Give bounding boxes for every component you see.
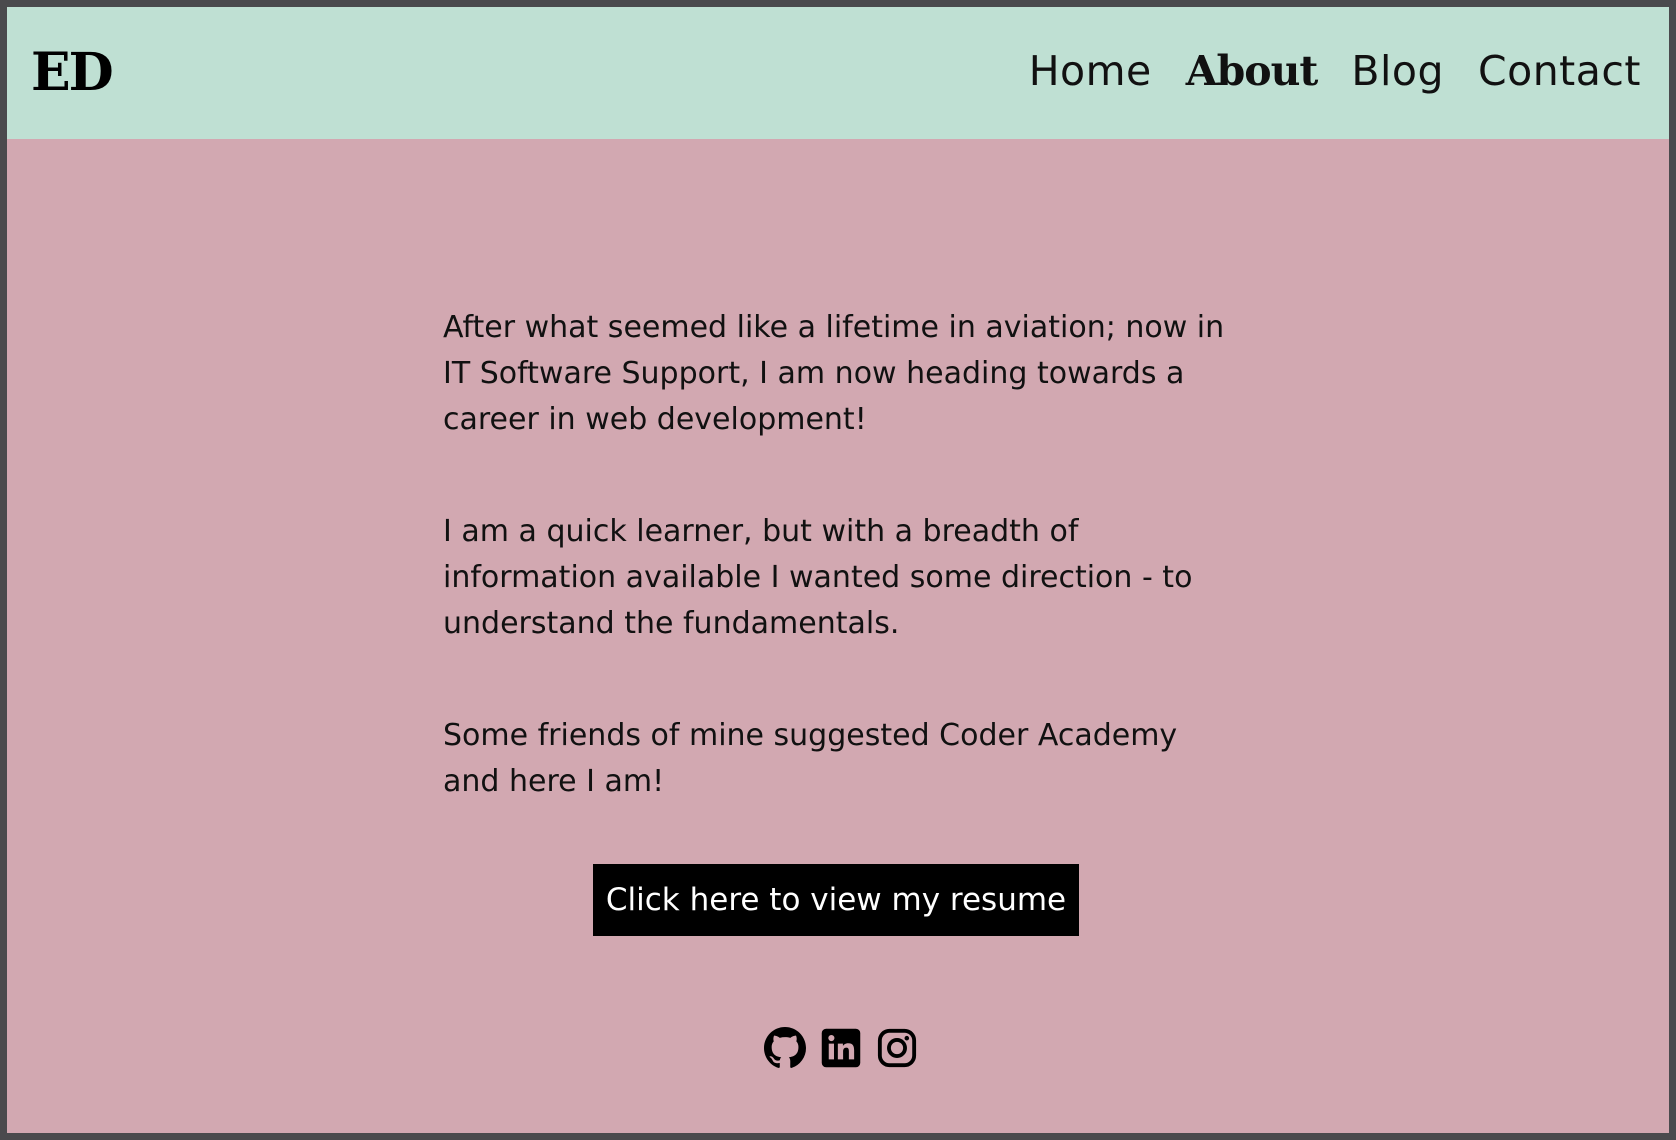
linkedin-link[interactable] <box>820 1027 862 1069</box>
nav-about-link[interactable]: About <box>1186 51 1319 92</box>
about-paragraph-coder-academy: Some friends of mine suggested Coder Aca… <box>443 718 1178 799</box>
instagram-icon <box>877 1028 917 1068</box>
github-link[interactable] <box>764 1027 806 1069</box>
main-nav: Home About Blog Contact <box>1029 51 1641 92</box>
nav-blog-link[interactable]: Blog <box>1351 51 1444 92</box>
instagram-link[interactable] <box>876 1027 918 1069</box>
site-header: ED Home About Blog Contact <box>7 7 1669 139</box>
about-paragraph-learner: I am a quick learner, but with a breadth… <box>443 514 1193 641</box>
github-icon <box>764 1027 806 1068</box>
nav-contact-link[interactable]: Contact <box>1478 51 1641 92</box>
about-paragraph-aviation: After what seemed like a lifetime in avi… <box>443 310 1225 437</box>
about-content: After what seemed like a lifetime in avi… <box>443 305 1233 871</box>
social-links <box>764 1027 918 1069</box>
view-resume-button[interactable]: Click here to view my resume <box>593 864 1079 936</box>
linkedin-icon <box>821 1028 861 1068</box>
nav-home-link[interactable]: Home <box>1029 51 1152 92</box>
page: ED Home About Blog Contact After what se… <box>7 7 1669 1133</box>
site-logo[interactable]: ED <box>31 47 114 99</box>
